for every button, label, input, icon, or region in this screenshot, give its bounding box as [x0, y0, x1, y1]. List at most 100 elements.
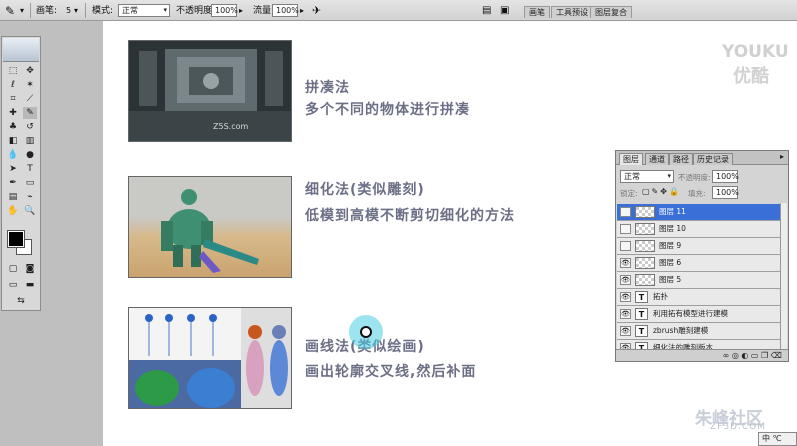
brush-tool-icon[interactable]: ✎	[23, 107, 37, 119]
palette-well-icon[interactable]: ▣	[500, 4, 509, 18]
text-layer-icon: T	[635, 291, 648, 303]
hand-tool-icon[interactable]: ✋	[6, 205, 20, 217]
eye-icon[interactable]: 👁	[620, 258, 631, 268]
flow-arrow-icon[interactable]: ▸	[300, 4, 304, 18]
chevron-down-icon[interactable]: ▾	[74, 4, 78, 18]
opacity-field[interactable]: 100%	[211, 4, 238, 17]
eye-icon[interactable]: 👁	[620, 309, 631, 319]
flow-field[interactable]: 100%	[272, 4, 299, 17]
brush-label: 画笔:	[36, 6, 58, 16]
healing-brush-tool-icon[interactable]: ✚	[6, 107, 20, 119]
flow-value: 100%	[276, 6, 299, 15]
fill-field[interactable]: 100%	[712, 186, 739, 199]
screen-mode-standard-icon[interactable]: ▭	[6, 279, 20, 291]
panel-menu-icon[interactable]: ▸	[780, 152, 784, 161]
layer-row[interactable]: 图层 11	[617, 204, 780, 221]
layer-opacity-label: 不透明度:	[678, 173, 711, 182]
ime-status-bar[interactable]: 中 ℃	[758, 432, 797, 446]
layer-opacity-field[interactable]: 100%	[712, 170, 739, 183]
kitbash-scene-image: Z5S.com	[129, 41, 291, 141]
notes-tool-icon[interactable]: ▤	[6, 191, 20, 203]
fill-value: 100%	[716, 188, 739, 197]
blur-tool-icon[interactable]: 💧	[6, 149, 20, 161]
brush-size-picker[interactable]: 5	[66, 4, 71, 18]
layer-row[interactable]: 👁 图层 6	[617, 255, 780, 272]
thumbnail-kitbash: Z5S.com	[128, 40, 292, 142]
brush-tool-icon[interactable]: ✎	[5, 4, 15, 18]
blend-mode-select[interactable]: 正常 ▾	[620, 170, 674, 183]
layer-row[interactable]: 👁 T 利用拓有模型进行建模	[617, 306, 780, 323]
opacity-arrow-icon[interactable]: ▸	[239, 4, 243, 18]
divider	[85, 3, 86, 18]
magic-wand-tool-icon[interactable]: ✶	[23, 79, 37, 91]
airbrush-icon[interactable]: ✈	[312, 4, 321, 18]
quick-mask-mode-icon[interactable]: ◙	[23, 263, 37, 275]
eye-icon[interactable]: 👁	[620, 292, 631, 302]
tab-layer-comps[interactable]: 图层复合	[590, 6, 632, 18]
marquee-tool-icon[interactable]: ⬚	[6, 65, 20, 77]
pen-tool-icon[interactable]: ✒	[6, 177, 20, 189]
standard-mode-icon[interactable]: ▢	[6, 263, 20, 275]
history-brush-tool-icon[interactable]: ↺	[23, 121, 37, 133]
layer-thumbnail	[635, 206, 655, 218]
toolbox: ⬚ ✥ ℓ ✶ ⌗ ⟋ ✚ ✎ ♣ ↺ ◧ ▥ 💧 ● ➤ T ✒ ▭ ▤ ⌁ …	[1, 36, 41, 311]
mode-value: 正常	[122, 6, 138, 15]
layers-scrollbar[interactable]	[780, 203, 787, 349]
text-layer-icon: T	[635, 325, 648, 337]
path-selection-tool-icon[interactable]: ➤	[6, 163, 20, 175]
tab-paths[interactable]: 路径	[669, 153, 693, 165]
mode-select[interactable]: 正常 ▾	[118, 4, 170, 17]
visibility-toggle[interactable]	[620, 241, 631, 251]
layers-panel: 图层 通道 路径 历史记录 ▸ 正常 ▾ 不透明度: 100% 锁定: ▢✎✥🔒…	[615, 150, 789, 362]
layer-row[interactable]: 👁 T 拓扑	[617, 289, 780, 306]
options-bar: ✎ ▾ 画笔: 5 ▾ 模式: 正常 ▾ 不透明度: 100% ▸ 流量: 10…	[0, 0, 797, 21]
dodge-tool-icon[interactable]: ●	[23, 149, 37, 161]
slice-tool-icon[interactable]: ⟋	[23, 93, 37, 105]
tab-history[interactable]: 历史记录	[693, 153, 733, 165]
cursor-highlight	[349, 315, 383, 349]
move-tool-icon[interactable]: ✥	[23, 65, 37, 77]
layer-thumbnail	[635, 240, 655, 252]
layer-row[interactable]: 👁 图层 5	[617, 272, 780, 289]
layer-row[interactable]: 👁 Tzbrush雕刻建模	[617, 323, 780, 340]
screen-mode-full-icon[interactable]: ▬	[23, 279, 37, 291]
type-tool-icon[interactable]: T	[23, 163, 37, 175]
opacity-value: 100%	[215, 6, 238, 15]
eyedropper-tool-icon[interactable]: ⌁	[23, 191, 37, 203]
lock-icons[interactable]: ▢✎✥🔒	[642, 187, 681, 196]
tab-channels[interactable]: 通道	[645, 153, 669, 165]
mode-label: 模式:	[92, 6, 114, 16]
jump-to-imageready-icon[interactable]: ⇆	[6, 295, 36, 307]
tab-tool-presets[interactable]: 工具预设	[551, 6, 593, 18]
shape-tool-icon[interactable]: ▭	[23, 177, 37, 189]
gradient-tool-icon[interactable]: ▥	[23, 135, 37, 147]
layer-row[interactable]: 图层 9	[617, 238, 780, 255]
line-modeling-collage-image	[129, 308, 291, 408]
blend-mode-value: 正常	[624, 172, 640, 181]
zoom-tool-icon[interactable]: 🔍	[23, 205, 37, 217]
foreground-color-swatch[interactable]	[7, 230, 25, 248]
toolbox-logo-icon[interactable]	[3, 38, 39, 62]
lasso-tool-icon[interactable]: ℓ	[6, 79, 20, 91]
thumbnail-line-drawing	[128, 307, 292, 409]
layer-thumbnail	[635, 257, 655, 269]
file-browser-icon[interactable]: ▤	[482, 4, 491, 18]
layer-row[interactable]: 图层 10	[617, 221, 780, 238]
eye-icon[interactable]: 👁	[620, 275, 631, 285]
eraser-tool-icon[interactable]: ◧	[6, 135, 20, 147]
slide3-subtitle: 画出轮廓交叉线,然后补面	[305, 364, 477, 380]
brush-preset-arrow-icon[interactable]: ▾	[20, 4, 24, 18]
visibility-toggle[interactable]	[620, 207, 631, 217]
tab-layers[interactable]: 图层	[619, 153, 643, 165]
layer-name: 利用拓有模型进行建模	[653, 309, 728, 318]
crop-tool-icon[interactable]: ⌗	[6, 93, 20, 105]
tab-brushes[interactable]: 画笔	[524, 6, 550, 18]
chevron-down-icon: ▾	[163, 6, 167, 14]
thumbnail-caption: Z5S.com	[213, 122, 248, 131]
eye-icon[interactable]: 👁	[620, 326, 631, 336]
layers-footer-buttons[interactable]: ∞ ◎ ◐ ▭ ❐ ⌫	[616, 349, 788, 361]
zhufeng-url-watermark: ZF3D.COM	[710, 422, 766, 432]
layer-opacity-value: 100%	[716, 172, 739, 181]
clone-stamp-tool-icon[interactable]: ♣	[6, 121, 20, 133]
visibility-toggle[interactable]	[620, 224, 631, 234]
